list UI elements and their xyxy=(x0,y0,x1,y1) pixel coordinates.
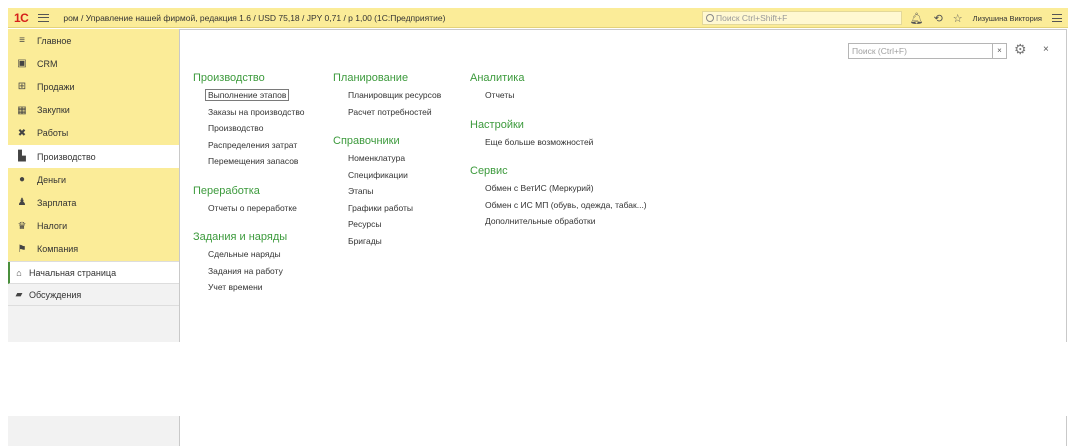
command-link[interactable]: Заказы на производство xyxy=(193,107,304,124)
group-title: Настройки xyxy=(470,118,524,131)
divider xyxy=(1066,29,1067,342)
search-icon xyxy=(706,14,714,22)
titlebar-tools: 🔔︎ ⟲ ☆ Лизушина Виктория xyxy=(910,10,1062,26)
section-main[interactable]: ≡ Главное xyxy=(8,29,179,52)
section-label: CRM xyxy=(37,58,58,69)
discussions-icon: ▰ xyxy=(15,289,23,299)
section-label: Зарплата xyxy=(37,197,77,208)
group-title: Переработка xyxy=(193,184,260,197)
home-page-label: Начальная страница xyxy=(29,267,117,278)
command-link[interactable]: Номенклатура xyxy=(333,153,441,170)
command-link[interactable]: Отчеты о переработке xyxy=(193,203,304,220)
home-page-link[interactable]: ⌂ Начальная страница xyxy=(8,262,179,284)
command-link[interactable]: Спецификации xyxy=(333,170,441,187)
crm-icon: ▣ xyxy=(17,58,27,70)
section-label: Производство xyxy=(37,151,96,162)
divider xyxy=(1066,416,1067,446)
command-link[interactable]: Расчет потребностей xyxy=(333,107,441,124)
menu-column-1: Производство Выполнение этапов Заказы на… xyxy=(193,72,304,299)
section-money[interactable]: ● Деньги xyxy=(8,168,179,191)
section-label: Деньги xyxy=(37,174,67,185)
discussions-label: Обсуждения xyxy=(29,289,82,300)
section-crm[interactable]: ▣ CRM xyxy=(8,52,179,75)
bell-icon[interactable]: 🔔︎ xyxy=(910,12,924,25)
app-logo: 1С xyxy=(14,10,29,25)
group-title: Производство xyxy=(193,72,265,84)
command-link[interactable]: Распределения затрат xyxy=(193,140,304,157)
main-menu-icon[interactable] xyxy=(38,13,50,22)
menu-lines-icon: ≡ xyxy=(19,35,25,47)
clear-search-button[interactable]: × xyxy=(992,43,1007,59)
section-label: Закупки xyxy=(37,105,70,116)
group-title: Задания и наряды xyxy=(193,231,288,243)
close-icon[interactable]: × xyxy=(1043,44,1049,55)
section-label: Налоги xyxy=(37,221,68,232)
command-link[interactable]: Сдельные наряды xyxy=(193,249,304,266)
home-icon: ⌂ xyxy=(16,267,22,278)
purchases-icon: ▦ xyxy=(17,104,27,116)
section-content: Поиск (Ctrl+F) × ⚙ × Производство Выполн… xyxy=(180,29,1066,342)
menu-column-2: Планирование Планировщик ресурсов Расчет… xyxy=(333,72,441,252)
command-link[interactable]: Этапы xyxy=(333,186,441,203)
command-link[interactable]: Производство xyxy=(193,123,304,140)
history-icon[interactable]: ⟲ xyxy=(934,12,943,25)
group-title: Сервис xyxy=(470,165,508,177)
command-link[interactable]: Учет времени xyxy=(193,282,304,299)
discussions-link[interactable]: ▰ Обсуждения xyxy=(8,284,179,306)
open-windows-panel: ⌂ Начальная страница ▰ Обсуждения xyxy=(8,261,179,342)
section-works[interactable]: ✖ Работы xyxy=(8,122,179,145)
section-label: Главное xyxy=(37,35,72,46)
app-title: ром / Управление нашей фирмой, редакция … xyxy=(63,12,446,23)
command-link[interactable]: Отчеты xyxy=(470,90,647,107)
global-search-placeholder: Поиск Ctrl+Shift+F xyxy=(716,13,788,23)
factory-icon: ▙ xyxy=(18,151,26,163)
section-company[interactable]: ⚑ Компания xyxy=(8,238,179,261)
command-link[interactable]: Обмен с ВетИС (Меркурий) xyxy=(470,183,647,200)
command-link[interactable]: Планировщик ресурсов xyxy=(333,90,441,107)
cart-icon: ⊞ xyxy=(17,81,27,93)
favorites-star-icon[interactable]: ☆ xyxy=(953,12,963,25)
group-title: Аналитика xyxy=(470,72,525,84)
section-production[interactable]: ▙ Производство xyxy=(8,144,179,169)
section-sales[interactable]: ⊞ Продажи xyxy=(8,75,179,98)
section-label: Продажи xyxy=(37,81,75,92)
current-user[interactable]: Лизушина Виктория xyxy=(973,14,1042,23)
taxes-icon: ♛ xyxy=(17,220,27,232)
group-title: Планирование xyxy=(333,72,409,84)
tools-icon: ✖ xyxy=(17,127,27,139)
section-label: Компания xyxy=(37,244,79,255)
sidebar-bottom-area xyxy=(8,416,179,446)
command-link[interactable]: Задания на работу xyxy=(193,266,304,283)
command-link[interactable]: Дополнительные обработки xyxy=(470,216,647,233)
global-search-input[interactable]: Поиск Ctrl+Shift+F xyxy=(702,11,902,25)
salary-icon: ♟ xyxy=(17,197,27,209)
command-link[interactable]: Перемещения запасов xyxy=(193,156,304,173)
money-icon: ● xyxy=(18,174,26,186)
command-link[interactable]: Обмен с ИС МП (обувь, одежда, табак...) xyxy=(470,200,647,217)
flag-icon: ⚑ xyxy=(17,243,27,255)
command-link[interactable]: Графики работы xyxy=(333,203,441,220)
title-bar: 1С ром / Управление нашей фирмой, редакц… xyxy=(8,8,1068,28)
menu-column-3: Аналитика Отчеты Настройки Еще больше во… xyxy=(470,72,647,233)
settings-menu-icon[interactable] xyxy=(1052,14,1062,22)
sections-panel: ≡ Главное ▣ CRM ⊞ Продажи ▦ Закупки ✖ Ра… xyxy=(8,29,179,342)
section-purchases[interactable]: ▦ Закупки xyxy=(8,99,179,122)
gear-icon[interactable]: ⚙ xyxy=(1014,41,1034,61)
group-title: Справочники xyxy=(333,135,400,147)
command-link[interactable]: Выполнение этапов xyxy=(193,89,304,107)
command-link[interactable]: Бригады xyxy=(333,236,441,253)
section-salary[interactable]: ♟ Зарплата xyxy=(8,191,179,214)
divider xyxy=(179,416,180,446)
section-taxes[interactable]: ♛ Налоги xyxy=(8,215,179,238)
command-link[interactable]: Ресурсы xyxy=(333,219,441,236)
section-search-placeholder: Поиск (Ctrl+F) xyxy=(852,46,907,56)
section-search-input[interactable]: Поиск (Ctrl+F) xyxy=(848,43,994,59)
section-label: Работы xyxy=(37,128,69,139)
command-link[interactable]: Еще больше возможностей xyxy=(470,137,647,154)
